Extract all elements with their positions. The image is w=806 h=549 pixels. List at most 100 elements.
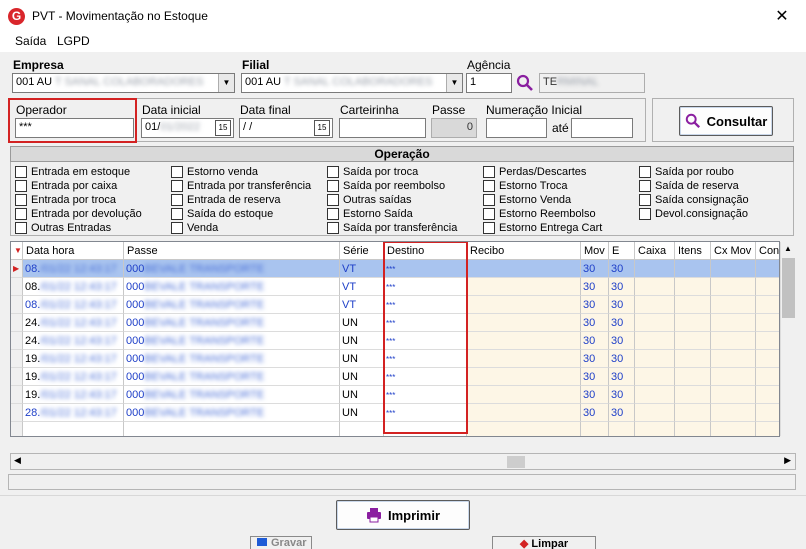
- table-cell[interactable]: 30: [609, 314, 635, 332]
- table-cell[interactable]: [756, 368, 779, 386]
- table-cell[interactable]: 30: [609, 260, 635, 278]
- table-cell[interactable]: 000BEVALE TRANSPORTE: [124, 314, 340, 332]
- table-cell[interactable]: [756, 278, 779, 296]
- table-cell[interactable]: 30: [581, 278, 609, 296]
- table-cell[interactable]: [675, 404, 711, 422]
- table-cell[interactable]: 30: [581, 260, 609, 278]
- vertical-scrollbar[interactable]: ▲: [780, 242, 796, 436]
- operacao-checkbox[interactable]: Entrada por caixa: [15, 179, 117, 193]
- checkbox-box[interactable]: [483, 208, 495, 220]
- table-cell[interactable]: ***: [384, 278, 467, 296]
- column-header[interactable]: Cx Mov: [711, 242, 756, 260]
- table-cell[interactable]: [467, 296, 581, 314]
- table-cell[interactable]: [675, 368, 711, 386]
- table-cell[interactable]: 30: [609, 368, 635, 386]
- checkbox-box[interactable]: [327, 180, 339, 192]
- table-cell[interactable]: 30: [581, 368, 609, 386]
- operacao-checkbox[interactable]: Venda: [171, 221, 218, 235]
- table-cell[interactable]: UN: [340, 350, 384, 368]
- operacao-checkbox[interactable]: Saída por reembolso: [327, 179, 445, 193]
- table-cell[interactable]: 000BEVALE TRANSPORTE: [124, 332, 340, 350]
- empresa-select[interactable]: 001 AU T SANAL COLABORADORES: [12, 73, 235, 93]
- table-cell[interactable]: [711, 260, 756, 278]
- table-cell[interactable]: VT: [340, 278, 384, 296]
- column-header[interactable]: Destino: [384, 242, 467, 260]
- gravar-button[interactable]: Gravar: [250, 536, 312, 549]
- row-indicator[interactable]: [11, 350, 23, 368]
- operacao-checkbox[interactable]: Entrada em estoque: [15, 165, 130, 179]
- table-cell[interactable]: UN: [340, 368, 384, 386]
- table-cell[interactable]: UN: [340, 386, 384, 404]
- row-indicator[interactable]: [11, 422, 23, 436]
- table-cell[interactable]: [23, 422, 124, 436]
- table-cell[interactable]: 19./01/22 12:43:17: [23, 350, 124, 368]
- table-cell[interactable]: [635, 296, 675, 314]
- operacao-checkbox[interactable]: Estorno Troca: [483, 179, 567, 193]
- table-cell[interactable]: [675, 278, 711, 296]
- table-cell[interactable]: 24./01/22 12:43:17: [23, 332, 124, 350]
- table-cell[interactable]: [467, 260, 581, 278]
- scroll-thumb[interactable]: [507, 456, 525, 468]
- checkbox-box[interactable]: [327, 208, 339, 220]
- table-cell[interactable]: [635, 314, 675, 332]
- table-cell[interactable]: ***: [384, 332, 467, 350]
- table-cell[interactable]: [467, 350, 581, 368]
- table-cell[interactable]: 000BEVALE TRANSPORTE: [124, 350, 340, 368]
- table-cell[interactable]: UN: [340, 332, 384, 350]
- table-cell[interactable]: 30: [581, 350, 609, 368]
- column-header[interactable]: Recibo: [467, 242, 581, 260]
- chevron-down-icon[interactable]: ▼: [218, 74, 234, 92]
- table-cell[interactable]: [340, 422, 384, 436]
- checkbox-box[interactable]: [639, 208, 651, 220]
- table-cell[interactable]: ***: [384, 350, 467, 368]
- table-cell[interactable]: [467, 422, 581, 436]
- table-cell[interactable]: [756, 422, 779, 436]
- table-cell[interactable]: 30: [609, 386, 635, 404]
- operacao-checkbox[interactable]: Estorno Venda: [483, 193, 571, 207]
- table-cell[interactable]: 30: [609, 332, 635, 350]
- table-cell[interactable]: 000BEVALE TRANSPORTE: [124, 404, 340, 422]
- table-cell[interactable]: [756, 386, 779, 404]
- operacao-checkbox[interactable]: Entrada por devolução: [15, 207, 142, 221]
- table-cell[interactable]: 19./01/22 12:43:17: [23, 368, 124, 386]
- checkbox-box[interactable]: [639, 194, 651, 206]
- column-header[interactable]: Data hora: [23, 242, 124, 260]
- table-cell[interactable]: 30: [581, 296, 609, 314]
- operacao-checkbox[interactable]: Estorno venda: [171, 165, 258, 179]
- sort-indicator-icon[interactable]: ▼: [11, 242, 23, 260]
- carteirinha-input[interactable]: [339, 118, 426, 138]
- checkbox-box[interactable]: [15, 208, 27, 220]
- table-cell[interactable]: ***: [384, 260, 467, 278]
- table-cell[interactable]: 000BEVALE TRANSPORTE: [124, 278, 340, 296]
- operacao-checkbox[interactable]: Estorno Saída: [327, 207, 413, 221]
- menu-item-saida[interactable]: Saída: [15, 34, 46, 48]
- table-cell[interactable]: [711, 314, 756, 332]
- table-cell[interactable]: [467, 386, 581, 404]
- table-cell[interactable]: 08./01/22 12:43:17: [23, 296, 124, 314]
- table-cell[interactable]: [711, 368, 756, 386]
- table-cell[interactable]: [635, 260, 675, 278]
- table-cell[interactable]: [635, 404, 675, 422]
- table-cell[interactable]: [635, 386, 675, 404]
- table-cell[interactable]: [467, 278, 581, 296]
- column-header[interactable]: Passe: [124, 242, 340, 260]
- close-icon[interactable]: ✕: [772, 6, 792, 26]
- row-indicator[interactable]: [11, 404, 23, 422]
- table-cell[interactable]: ***: [384, 404, 467, 422]
- column-header[interactable]: Série: [340, 242, 384, 260]
- table-cell[interactable]: [675, 422, 711, 436]
- column-header[interactable]: E: [609, 242, 635, 260]
- checkbox-box[interactable]: [171, 194, 183, 206]
- table-cell[interactable]: [711, 278, 756, 296]
- table-cell[interactable]: [124, 422, 340, 436]
- table-cell[interactable]: 000BEVALE TRANSPORTE: [124, 386, 340, 404]
- calendar-icon[interactable]: 15: [314, 120, 330, 136]
- checkbox-box[interactable]: [483, 194, 495, 206]
- table-cell[interactable]: [756, 296, 779, 314]
- table-cell[interactable]: UN: [340, 314, 384, 332]
- table-cell[interactable]: UN: [340, 404, 384, 422]
- chevron-down-icon[interactable]: ▼: [446, 74, 462, 92]
- table-cell[interactable]: VT: [340, 296, 384, 314]
- row-indicator[interactable]: [11, 386, 23, 404]
- checkbox-box[interactable]: [171, 208, 183, 220]
